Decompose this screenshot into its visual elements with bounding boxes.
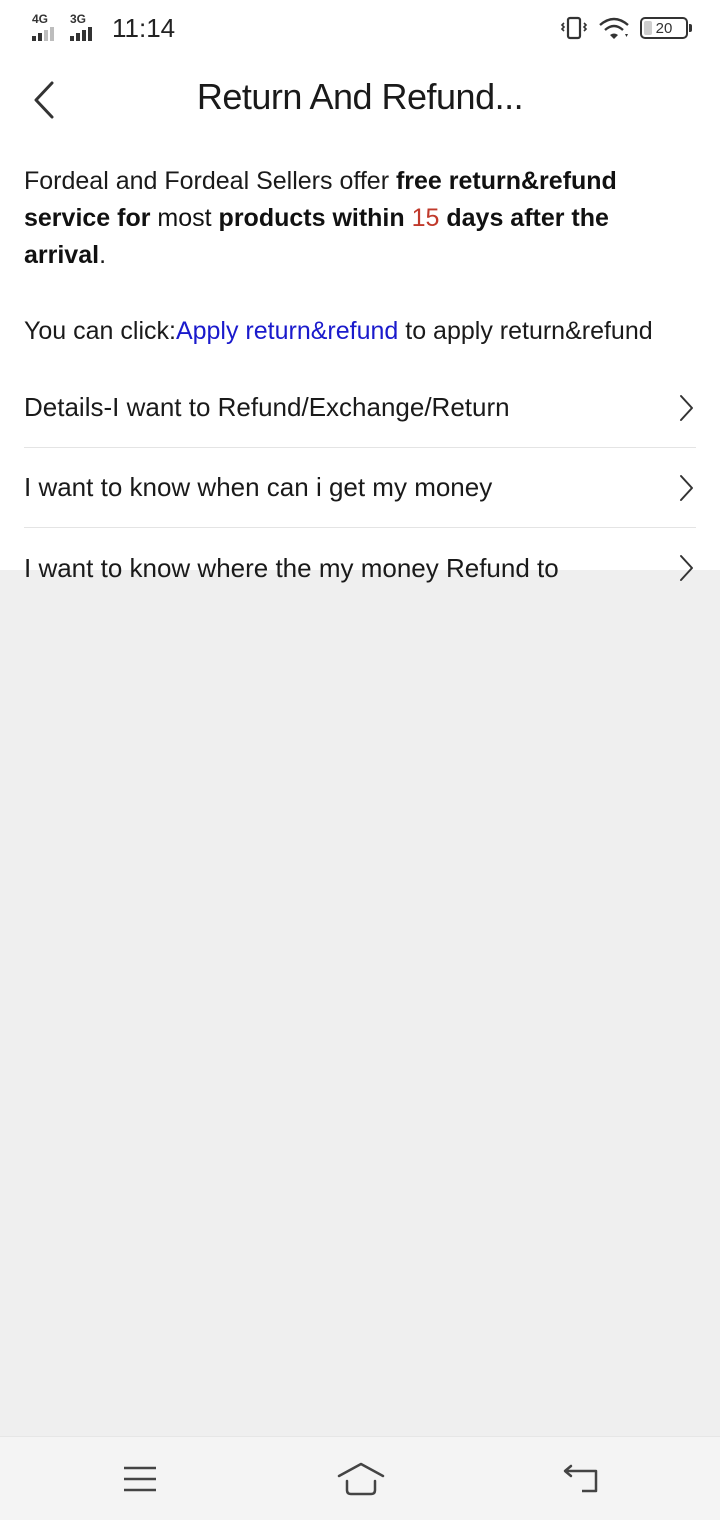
back-button[interactable]	[22, 78, 66, 122]
chevron-right-icon	[680, 555, 693, 581]
network-type-1: 4G	[32, 12, 49, 26]
home-icon	[337, 1462, 385, 1496]
chevron-left-icon	[34, 81, 54, 119]
nav-back-button[interactable]	[558, 1459, 602, 1499]
main-content: Fordeal and Fordeal Sellers offer free r…	[0, 146, 720, 583]
status-bar: 4G 3G 11:14 20	[0, 0, 720, 56]
network-type-2: 3G	[70, 12, 87, 26]
help-menu: Details-I want to Refund/Exchange/Return…	[24, 368, 696, 608]
intro-highlight-days: 15	[411, 204, 440, 232]
status-right: 20	[560, 16, 692, 40]
apply-line: You can click:Apply return&refund to app…	[24, 313, 696, 350]
signal-4g-icon: 4G	[32, 13, 62, 43]
apply-return-refund-link[interactable]: Apply return&refund	[176, 317, 398, 345]
status-left: 4G 3G 11:14	[32, 13, 175, 44]
header: Return And Refund...	[0, 56, 720, 146]
menu-item-label: I want to know where the my money Refund…	[24, 552, 559, 583]
vibrate-icon	[560, 16, 588, 40]
menu-item-label: Details-I want to Refund/Exchange/Return	[24, 392, 510, 422]
intro-text: Fordeal and Fordeal Sellers offer free r…	[24, 163, 696, 274]
page-title: Return And Refund...	[196, 76, 524, 117]
return-icon	[563, 1464, 598, 1493]
battery-text: 20	[655, 19, 673, 37]
nav-menu-button[interactable]	[118, 1459, 162, 1499]
system-nav-bar	[0, 1436, 720, 1520]
apply-prefix: You can click:	[24, 317, 176, 345]
chevron-right-icon	[680, 474, 693, 501]
intro-bold2: products within	[211, 204, 412, 232]
wifi-icon	[599, 17, 629, 39]
menu-item-when-money[interactable]: I want to know when can i get my money	[24, 448, 696, 528]
signal-3g-icon: 3G	[70, 13, 100, 43]
chevron-right-icon	[680, 394, 693, 421]
battery-level	[644, 21, 652, 35]
hamburger-icon	[124, 1466, 156, 1492]
menu-item-where-refund[interactable]: I want to know where the my money Refund…	[24, 528, 696, 608]
menu-item-refund-details[interactable]: Details-I want to Refund/Exchange/Return	[24, 368, 696, 448]
intro-highlight-most: most	[157, 204, 212, 232]
intro-part1: Fordeal and Fordeal Sellers offer	[24, 167, 396, 195]
nav-home-button[interactable]	[336, 1459, 386, 1499]
status-time: 11:14	[112, 12, 176, 43]
menu-item-label: I want to know when can i get my money	[24, 472, 493, 502]
apply-suffix: to apply return&refund	[398, 317, 653, 345]
battery-icon: 20	[640, 17, 692, 39]
intro-end: .	[99, 241, 107, 269]
